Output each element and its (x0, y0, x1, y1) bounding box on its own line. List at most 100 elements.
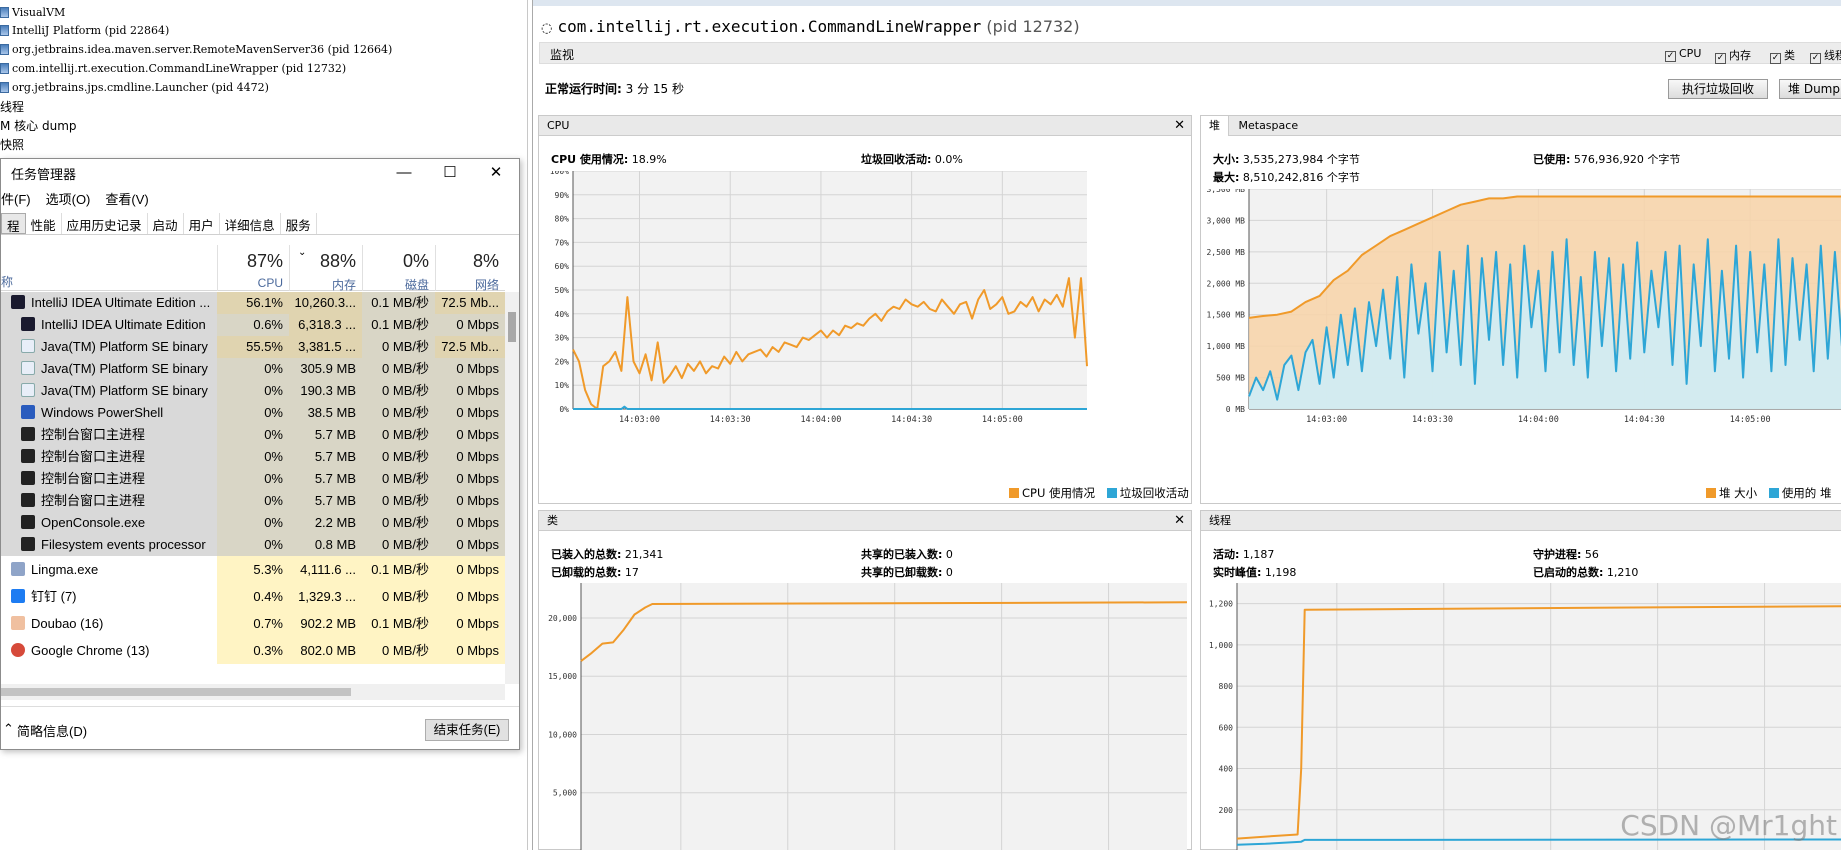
column-network[interactable]: 8% 网络 (435, 245, 505, 292)
cpu-legend: CPU 使用情况 垃圾回收活动 (1009, 485, 1189, 501)
net-column-label: 网络 (474, 278, 499, 292)
close-button[interactable]: ✕ (473, 159, 519, 187)
stat-label: 已使用: (1533, 153, 1571, 166)
tree-item-label: 快照 (0, 137, 25, 152)
minimize-button[interactable]: — (381, 159, 427, 187)
tree-item-label: com.intellij.rt.execution.CommandLineWra… (12, 61, 347, 75)
cpu-checkbox[interactable]: ✓ CPU (1665, 47, 1701, 62)
net-total-pct: 8% (472, 251, 499, 271)
tab-startup[interactable]: 启动 (148, 213, 184, 234)
check-icon: ✓ (1715, 53, 1726, 64)
table-row[interactable]: Java(TM) Platform SE binary 0% 305.9 MB 0 M… (1, 358, 505, 380)
java-process-icon (0, 43, 9, 55)
tab-performance[interactable]: 性能 (26, 213, 62, 234)
task-manager-titlebar[interactable]: 任务管理器 — ☐ ✕ (1, 159, 519, 187)
end-task-button[interactable]: 结束任务(E) (425, 719, 509, 741)
x-tick-label: 14:03:30 (710, 415, 751, 425)
tab-metaspace[interactable]: Metaspace (1233, 119, 1299, 132)
tree-item-maven-server[interactable]: org.jetbrains.idea.maven.server.RemoteMa… (0, 40, 392, 58)
menu-view[interactable]: 查看(V) (105, 189, 148, 211)
mem-column-label: 内存 (331, 278, 356, 292)
checkbox-label: 类 (1784, 49, 1795, 62)
menu-options[interactable]: 选项(O) (46, 189, 91, 211)
scrollbar-thumb[interactable] (1, 688, 351, 696)
intellij-icon (11, 295, 25, 309)
column-disk[interactable]: 0% 磁盘 (362, 245, 435, 292)
stat-label: 已启动的总数: (1533, 566, 1604, 579)
heap-dump-button[interactable]: 堆 Dump (1779, 79, 1841, 99)
tab-users[interactable]: 用户 (184, 213, 220, 234)
tab-bar: 程 性能 应用历史记录 启动 用户 详细信息 服务 (1, 213, 519, 235)
table-row[interactable]: Windows PowerShell 0% 38.5 MB 0 MB/秒 0 Mbps (1, 402, 505, 424)
cell-mem: 10,260.3... (289, 292, 362, 314)
table-row[interactable]: IntelliJ IDEA Ultimate Edition 0.6% 6,318.… (1, 314, 505, 336)
table-row[interactable]: IntelliJ IDEA Ultimate Edition ... 56.1% 1… (1, 292, 505, 314)
table-row[interactable]: 控制台窗口主进程 0% 5.7 MB 0 MB/秒 0 Mbps (1, 424, 505, 446)
threads-panel-title: 线程 (1209, 514, 1231, 527)
process-name: Java(TM) Platform SE binary (1, 358, 216, 380)
visualvm-monitor: ◌ com.intellij.rt.execution.CommandLineW… (532, 0, 1841, 850)
table-row[interactable]: 控制台窗口主进程 0% 5.7 MB 0 MB/秒 0 Mbps (1, 490, 505, 512)
cell-cpu: 0% (217, 402, 289, 424)
menu-file[interactable]: 件(F) (1, 189, 31, 211)
cell-net: 0 Mbps (435, 490, 505, 512)
process-name: 控制台窗口主进程 (1, 490, 216, 512)
table-row[interactable]: Java(TM) Platform SE binary 0% 190.3 MB 0 M… (1, 380, 505, 402)
tab-heap[interactable]: 堆 (1201, 116, 1229, 136)
tab-processes[interactable]: 程 (1, 213, 26, 234)
scrollbar-thumb[interactable] (508, 312, 516, 342)
tree-item-label: 线程 (0, 99, 25, 114)
process-name-label: 控制台窗口主进程 (41, 471, 146, 486)
column-cpu[interactable]: 87% CPU (217, 245, 289, 291)
chrome-icon (11, 643, 25, 657)
cell-disk: 0 MB/秒 (362, 446, 435, 468)
horizontal-scrollbar[interactable] (1, 684, 505, 700)
cell-cpu: 0% (217, 358, 289, 380)
table-row[interactable]: Filesystem events processor 0% 0.8 MB 0 MB/… (1, 534, 505, 556)
tab-app-history[interactable]: 应用历史记录 (62, 213, 148, 234)
x-tick-label: 14:03:00 (1306, 415, 1347, 425)
stat-label: 大小: (1213, 153, 1240, 166)
tab-details[interactable]: 详细信息 (220, 213, 281, 234)
cell-cpu: 0% (217, 512, 289, 534)
task-manager-footer: ⌃ 简略信息(D) 结束任务(E) (1, 706, 519, 746)
memory-checkbox[interactable]: ✓ 内存 (1715, 47, 1751, 64)
tab-services[interactable]: 服务 (281, 213, 317, 234)
perform-gc-button[interactable]: 执行垃圾回收 (1668, 79, 1768, 99)
process-title: com.intellij.rt.execution.CommandLineWra… (557, 17, 982, 36)
app-icon (11, 562, 25, 576)
maximize-button[interactable]: ☐ (427, 159, 473, 187)
console-icon (21, 449, 35, 463)
table-row[interactable]: 控制台窗口主进程 0% 5.7 MB 0 MB/秒 0 Mbps (1, 468, 505, 490)
fewer-details-link[interactable]: 简略信息(D) (17, 721, 87, 740)
legend-heap-size: 堆 大小 (1719, 486, 1758, 500)
process-name-label: IntelliJ IDEA Ultimate Edition ... (31, 295, 211, 310)
cell-net: 72.5 Mb... (435, 336, 505, 358)
close-icon[interactable]: ✕ (1174, 511, 1185, 531)
close-icon[interactable]: ✕ (1174, 116, 1185, 136)
classes-checkbox[interactable]: ✓ 类 (1770, 47, 1795, 64)
table-row[interactable]: 控制台窗口主进程 0% 5.7 MB 0 MB/秒 0 Mbps (1, 446, 505, 468)
x-tick-label: 14:04:00 (1518, 415, 1559, 425)
column-name[interactable]: 称 (1, 245, 217, 291)
tree-item-commandlinewrapper[interactable]: com.intellij.rt.execution.CommandLineWra… (0, 59, 346, 77)
column-name-label: 称 (1, 275, 14, 289)
vertical-scrollbar[interactable] (505, 292, 519, 684)
table-row[interactable]: Doubao (16) 0.7% 902.2 MB 0.1 MB/秒 0 Mbps (1, 610, 505, 637)
tree-item-core-dump[interactable]: M 核心 dump (0, 116, 77, 134)
threads-checkbox[interactable]: ✓ 线程 (1810, 47, 1841, 64)
tree-item-snapshots[interactable]: 快照 (0, 135, 24, 153)
table-row[interactable]: Lingma.exe 5.3% 4,111.6 ... 0.1 MB/秒 0 Mbps (1, 556, 505, 583)
table-row[interactable]: Google Chrome (13) 0.3% 802.0 MB 0 MB/秒 0 Mb… (1, 637, 505, 664)
tree-item-intellij-platform[interactable]: IntelliJ Platform (pid 22864) (0, 21, 169, 39)
y-tick-label: 600 (1219, 723, 1234, 732)
tree-item-visualvm[interactable]: VisualVM (0, 3, 65, 21)
cell-net: 0 Mbps (435, 446, 505, 468)
column-memory[interactable]: ⌄ 88% 内存 (289, 245, 362, 292)
table-row[interactable]: OpenConsole.exe 0% 2.2 MB 0 MB/秒 0 Mbps (1, 512, 505, 534)
tree-item-threads[interactable]: 线程 (0, 97, 24, 115)
table-row[interactable]: Java(TM) Platform SE binary 55.5% 3,381.5 … (1, 336, 505, 358)
collapse-icon[interactable]: ⌃ (3, 721, 14, 737)
tree-item-jps-launcher[interactable]: org.jetbrains.jps.cmdline.Launcher (pid … (0, 78, 269, 96)
table-row[interactable]: 钉钉 (7) 0.4% 1,329.3 ... 0 MB/秒 0 Mbps (1, 583, 505, 610)
